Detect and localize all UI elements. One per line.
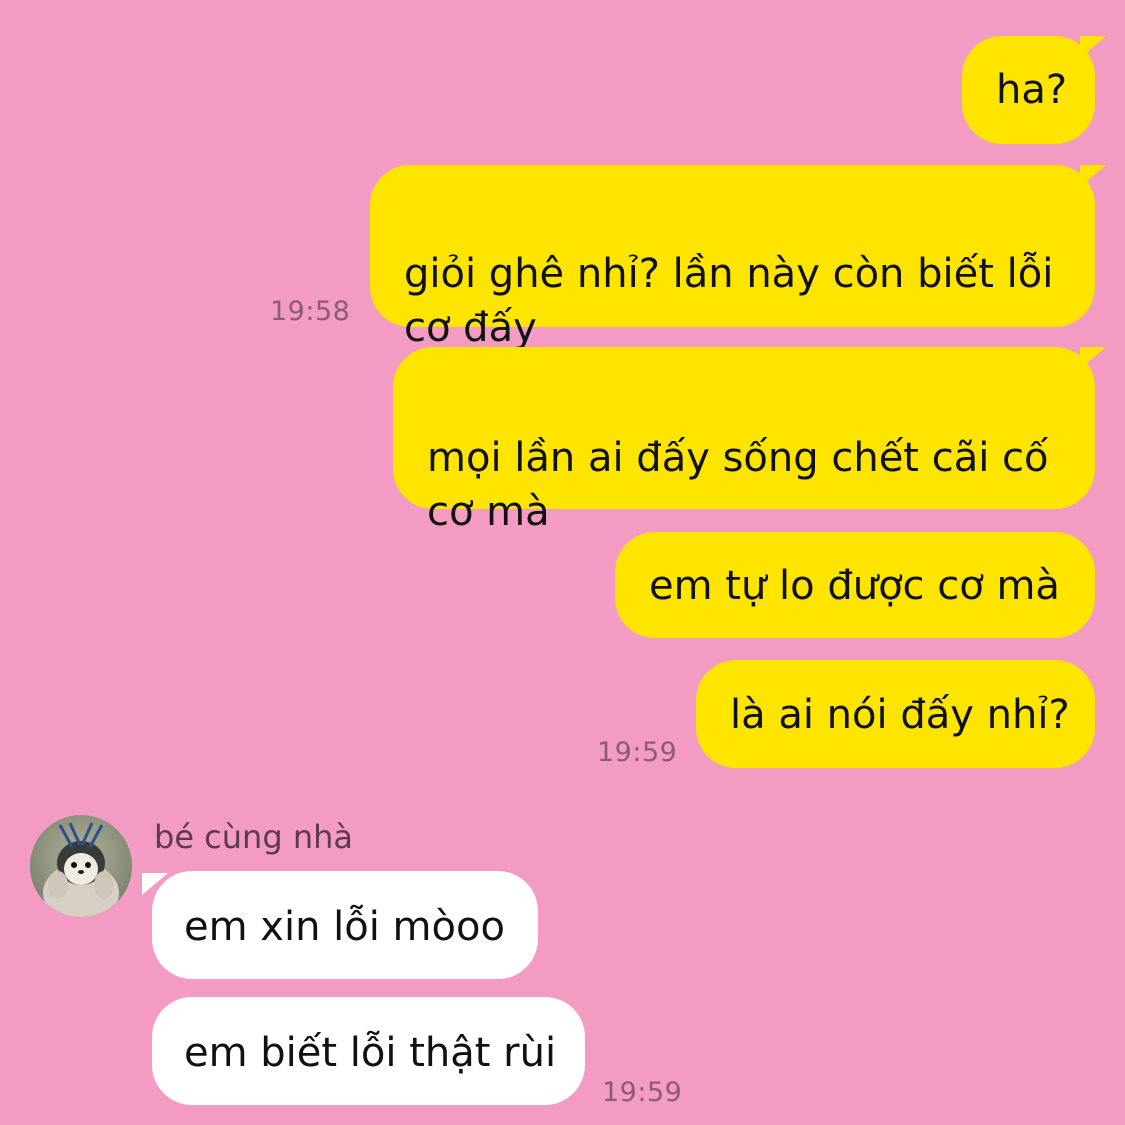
message-text: là ai nói đấy nhỉ? bbox=[730, 692, 1070, 738]
message-timestamp: 19:59 bbox=[597, 737, 678, 768]
outgoing-message[interactable]: mọi lần ai đấy sống chết cãi cố cơ mà bbox=[393, 347, 1095, 535]
message-text: ha? bbox=[996, 67, 1068, 113]
message-timestamp: 19:59 bbox=[602, 1077, 683, 1108]
penguin-avatar-icon bbox=[30, 815, 132, 917]
message-text: em tự lo được cơ mà bbox=[649, 563, 1060, 609]
outgoing-message[interactable]: em tự lo được cơ mà bbox=[615, 532, 1095, 638]
outgoing-message[interactable]: ha? bbox=[962, 36, 1095, 144]
message-timestamp: 19:58 bbox=[270, 296, 351, 327]
message-text: giỏi ghê nhỉ? lần này còn biết lỗi cơ đấ… bbox=[404, 251, 1054, 351]
bubble-tail bbox=[142, 873, 168, 895]
message-text: mọi lần ai đấy sống chết cãi cố cơ mà bbox=[427, 435, 1049, 535]
chat-conversation: ha? giỏi ghê nhỉ? lần này còn biết lỗi c… bbox=[0, 0, 1125, 1125]
contact-name: bé cùng nhà bbox=[154, 818, 353, 856]
contact-avatar[interactable] bbox=[30, 815, 132, 917]
incoming-message[interactable]: em biết lỗi thật rùi bbox=[152, 997, 585, 1105]
outgoing-message[interactable]: giỏi ghê nhỉ? lần này còn biết lỗi cơ đấ… bbox=[370, 165, 1095, 351]
bubble-tail bbox=[1080, 347, 1106, 369]
bubble-tail bbox=[1080, 165, 1106, 187]
bubble-tail bbox=[1080, 36, 1106, 58]
message-text: em biết lỗi thật rùi bbox=[184, 1030, 557, 1076]
outgoing-message[interactable]: là ai nói đấy nhỉ? bbox=[696, 660, 1095, 768]
incoming-message[interactable]: em xin lỗi mòoo bbox=[152, 871, 538, 979]
message-text: em xin lỗi mòoo bbox=[184, 904, 505, 950]
